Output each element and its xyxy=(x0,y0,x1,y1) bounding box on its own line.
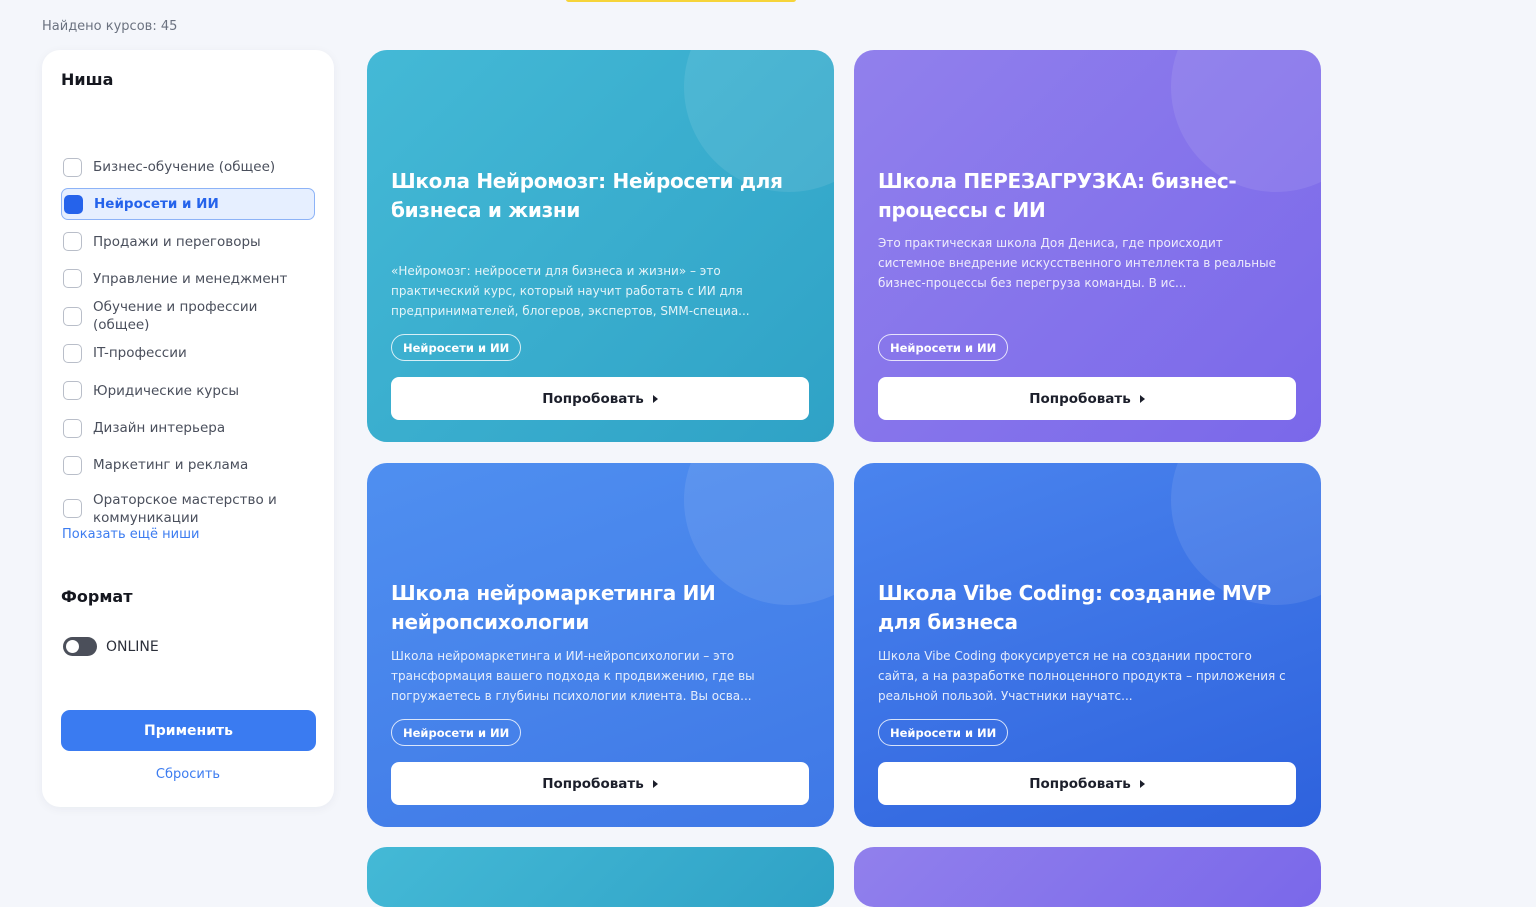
course-card-partial[interactable] xyxy=(367,847,834,907)
niche-label: Продажи и переговоры xyxy=(93,233,261,250)
niche-filter-title: Ниша xyxy=(61,70,114,89)
try-button[interactable]: Попробовать xyxy=(391,377,809,420)
niche-item-it[interactable]: IT-профессии xyxy=(61,337,315,369)
play-icon xyxy=(1139,394,1145,403)
try-button-label: Попробовать xyxy=(542,775,644,792)
niche-item-interior-design[interactable]: Дизайн интерьера xyxy=(61,412,315,444)
niche-label: Управление и менеджмент xyxy=(93,270,288,287)
checkbox[interactable] xyxy=(63,232,82,252)
course-title: Школа Нейромозг: Нейросети для бизнеса и… xyxy=(391,169,783,222)
play-icon xyxy=(652,394,658,403)
online-toggle[interactable] xyxy=(63,637,97,656)
checkbox[interactable] xyxy=(63,418,82,438)
course-card[interactable]: Школа Vibe Coding: создание MVP для бизн… xyxy=(854,463,1321,827)
course-description: «Нейромозг: нейросети для бизнеса и жизн… xyxy=(391,264,750,318)
checkbox[interactable] xyxy=(63,157,82,177)
course-title: Школа Vibe Coding: создание MVP для бизн… xyxy=(878,581,1272,634)
course-card[interactable]: Школа Нейромозг: Нейросети для бизнеса и… xyxy=(367,50,834,442)
checkbox-checked[interactable] xyxy=(64,194,83,214)
top-accent-bar xyxy=(566,0,796,2)
course-tag: Нейросети и ИИ xyxy=(391,719,522,746)
niche-label: Нейросети и ИИ xyxy=(94,196,219,213)
niche-label: Обучение и профессии (общее) xyxy=(93,299,258,334)
course-card[interactable]: Школа нейромаркетинга ИИ нейропсихологии… xyxy=(367,463,834,827)
results-count: Найдено курсов: 45 xyxy=(42,19,178,34)
course-tag: Нейросети и ИИ xyxy=(878,334,1009,361)
niche-item-marketing[interactable]: Маркетинг и реклама xyxy=(61,449,315,481)
niche-item-legal[interactable]: Юридические курсы xyxy=(61,375,315,407)
course-tag: Нейросети и ИИ xyxy=(878,719,1009,746)
checkbox[interactable] xyxy=(63,269,82,289)
niche-label: Юридические курсы xyxy=(93,382,240,399)
try-button[interactable]: Попробовать xyxy=(878,377,1296,420)
course-description: Школа нейромаркетинга и ИИ-нейропсихолог… xyxy=(391,649,755,703)
niche-item-education[interactable]: Обучение и профессии (общее) xyxy=(61,299,315,334)
apply-button[interactable]: Применить xyxy=(61,710,316,751)
online-toggle-row: ONLINE xyxy=(63,637,159,656)
play-icon xyxy=(1139,779,1145,788)
online-label: ONLINE xyxy=(106,638,159,655)
try-button-label: Попробовать xyxy=(1029,775,1131,792)
niche-label: Ораторское мастерство и коммуникации xyxy=(93,491,277,526)
try-button-label: Попробовать xyxy=(542,390,644,407)
niche-item-business[interactable]: Бизнес-обучение (общее) xyxy=(61,151,315,183)
checkbox[interactable] xyxy=(63,343,82,363)
checkbox[interactable] xyxy=(63,455,82,475)
format-filter-title: Формат xyxy=(61,587,133,606)
course-title: Школа нейромаркетинга ИИ нейропсихологии xyxy=(391,581,716,634)
niche-list: Бизнес-обучение (общее) Нейросети и ИИ П… xyxy=(61,151,315,536)
try-button[interactable]: Попробовать xyxy=(391,762,809,805)
toggle-knob xyxy=(66,640,79,653)
niche-label: Маркетинг и реклама xyxy=(93,457,249,474)
try-button-label: Попробовать xyxy=(1029,390,1131,407)
niche-item-management[interactable]: Управление и менеджмент xyxy=(61,263,315,295)
niche-item-sales[interactable]: Продажи и переговоры xyxy=(61,226,315,258)
niche-item-ai[interactable]: Нейросети и ИИ xyxy=(61,188,315,221)
course-tag: Нейросети и ИИ xyxy=(391,334,522,361)
show-more-niches-link[interactable]: Показать ещё ниши xyxy=(62,527,199,542)
niche-label: IT-профессии xyxy=(93,345,187,362)
try-button[interactable]: Попробовать xyxy=(878,762,1296,805)
course-title: Школа ПЕРЕЗАГРУЗКА: бизнес-процессы с ИИ xyxy=(878,169,1237,222)
checkbox[interactable] xyxy=(63,381,82,401)
niche-item-public-speaking[interactable]: Ораторское мастерство и коммуникации xyxy=(61,487,315,531)
course-card[interactable]: Школа ПЕРЕЗАГРУЗКА: бизнес-процессы с ИИ… xyxy=(854,50,1321,442)
course-description: Это практическая школа Доя Дениса, где п… xyxy=(878,236,1276,290)
niche-label: Бизнес-обучение (общее) xyxy=(93,159,276,175)
checkbox[interactable] xyxy=(63,499,82,519)
course-description: Школа Vibe Coding фокусируется не на соз… xyxy=(878,649,1286,703)
course-card-partial[interactable] xyxy=(854,847,1321,907)
reset-link[interactable]: Сбросить xyxy=(42,767,334,782)
niche-label: Дизайн интерьера xyxy=(93,420,226,437)
play-icon xyxy=(652,779,658,788)
filters-sidebar: Ниша Бизнес-обучение (общее) Нейросети и… xyxy=(42,50,334,807)
checkbox[interactable] xyxy=(63,306,82,326)
